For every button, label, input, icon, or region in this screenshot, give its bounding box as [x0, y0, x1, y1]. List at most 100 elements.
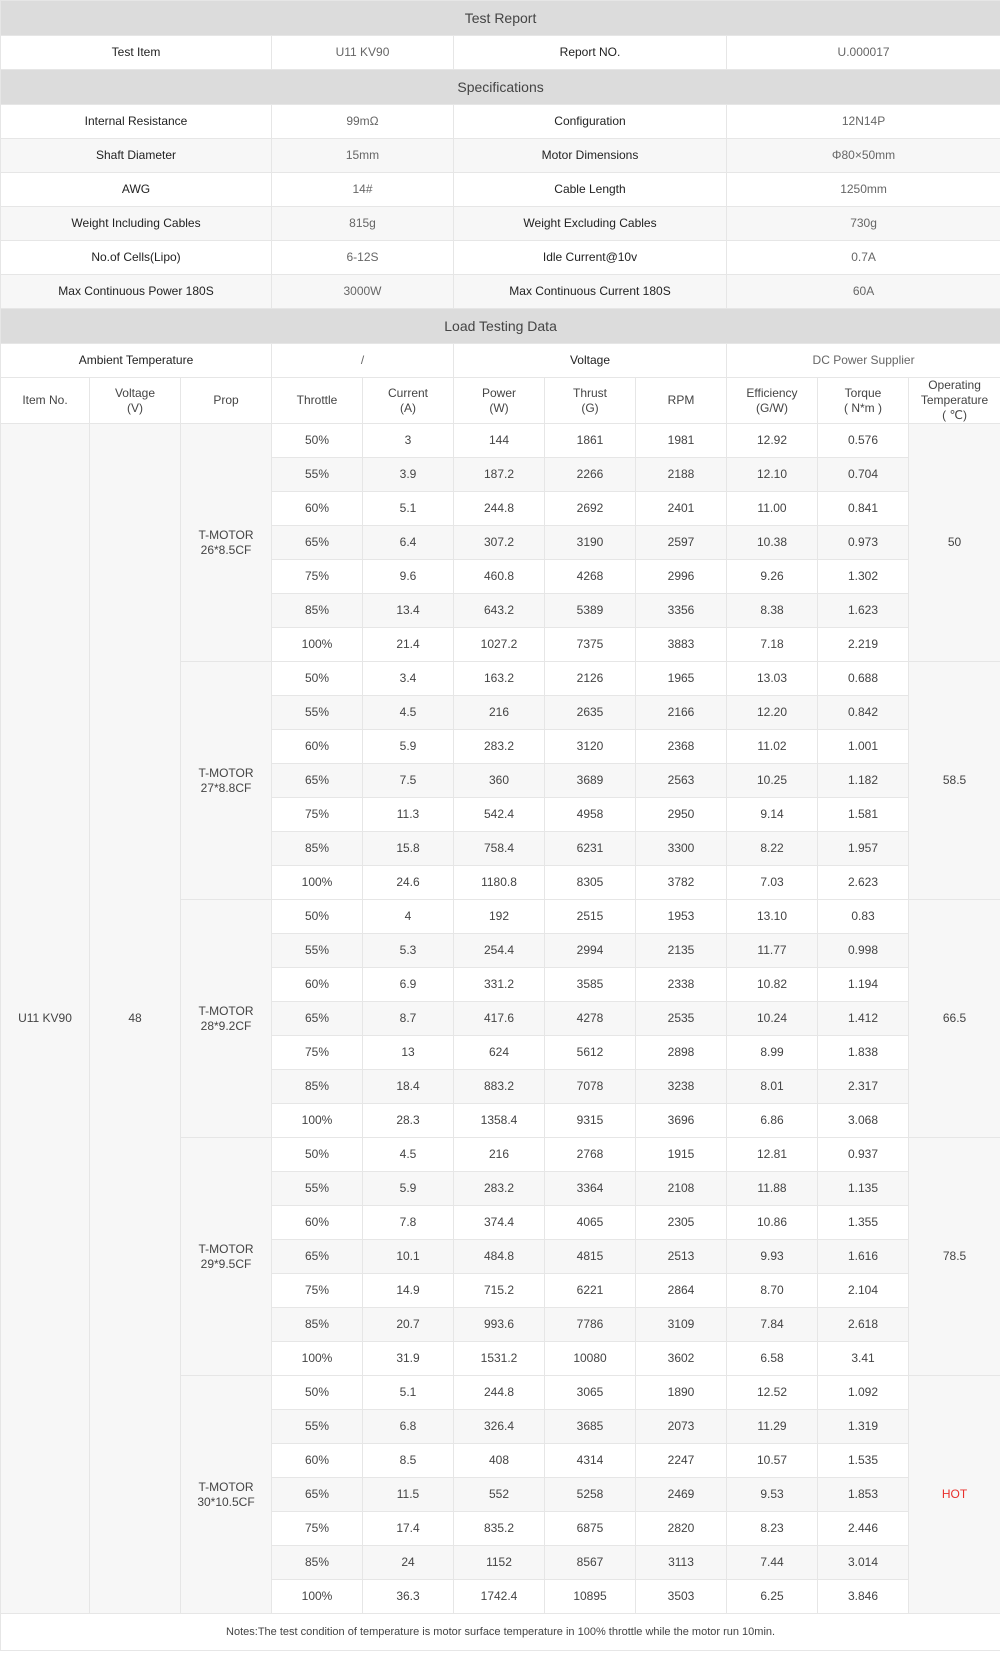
efficiency-cell: 11.29 — [726, 1409, 818, 1444]
power-cell: 326.4 — [453, 1409, 545, 1444]
efficiency-cell: 13.10 — [726, 899, 818, 934]
current-cell: 21.4 — [362, 627, 454, 662]
throttle-cell: 75% — [271, 797, 363, 832]
current-cell: 15.8 — [362, 831, 454, 866]
efficiency-header: Efficiency (G/W) — [726, 377, 818, 424]
ambient-temperature-label: Ambient Temperature — [0, 343, 272, 378]
power-cell: 307.2 — [453, 525, 545, 560]
header-line: Prop — [213, 393, 239, 407]
current-cell: 24.6 — [362, 865, 454, 900]
rpm-cell: 2188 — [635, 457, 727, 492]
current-cell: 17.4 — [362, 1511, 454, 1546]
prop-name-line: T-MOTOR — [198, 1479, 254, 1494]
header-line: ( ℃) — [942, 408, 967, 422]
prop-cell: T-MOTOR 26*8.5CF — [180, 423, 272, 662]
prop-cell: T-MOTOR 29*9.5CF — [180, 1137, 272, 1376]
spec-label: Max Continuous Current 180S — [453, 274, 727, 309]
thrust-cell: 5389 — [544, 593, 636, 628]
rpm-cell: 1890 — [635, 1375, 727, 1410]
current-cell: 11.3 — [362, 797, 454, 832]
torque-cell: 0.937 — [817, 1137, 909, 1172]
thrust-cell: 3364 — [544, 1171, 636, 1206]
torque-cell: 1.319 — [817, 1409, 909, 1444]
efficiency-cell: 10.25 — [726, 763, 818, 798]
torque-cell: 1.182 — [817, 763, 909, 798]
thrust-cell: 4268 — [544, 559, 636, 594]
throttle-cell: 100% — [271, 865, 363, 900]
throttle-cell: 85% — [271, 593, 363, 628]
current-cell: 4.5 — [362, 695, 454, 730]
thrust-cell: 2768 — [544, 1137, 636, 1172]
prop-name-line: 29*9.5CF — [200, 1256, 252, 1271]
spec-label: Configuration — [453, 104, 727, 139]
power-cell: 417.6 — [453, 1001, 545, 1036]
torque-cell: 0.998 — [817, 933, 909, 968]
torque-cell: 0.576 — [817, 423, 909, 458]
throttle-cell: 100% — [271, 627, 363, 662]
thrust-cell: 10080 — [544, 1341, 636, 1376]
torque-cell: 1.135 — [817, 1171, 909, 1206]
torque-cell: 2.618 — [817, 1307, 909, 1342]
efficiency-cell: 12.81 — [726, 1137, 818, 1172]
thrust-cell: 3120 — [544, 729, 636, 764]
thrust-cell: 4815 — [544, 1239, 636, 1274]
thrust-cell: 6231 — [544, 831, 636, 866]
efficiency-cell: 8.99 — [726, 1035, 818, 1070]
current-cell: 3.9 — [362, 457, 454, 492]
current-cell: 5.3 — [362, 933, 454, 968]
rpm-cell: 2864 — [635, 1273, 727, 1308]
power-cell: 758.4 — [453, 831, 545, 866]
efficiency-cell: 7.03 — [726, 865, 818, 900]
power-cell: 624 — [453, 1035, 545, 1070]
efficiency-cell: 8.38 — [726, 593, 818, 628]
torque-cell: 0.688 — [817, 661, 909, 696]
power-cell: 187.2 — [453, 457, 545, 492]
torque-cell: 0.842 — [817, 695, 909, 730]
throttle-cell: 85% — [271, 1545, 363, 1580]
thrust-cell: 2635 — [544, 695, 636, 730]
current-cell: 9.6 — [362, 559, 454, 594]
table-row: U11 KV90 48 T-MOTOR 26*8.5CF 50% 3 144 1861 1981… — [0, 423, 1000, 1614]
spec-value: 6-12S — [271, 240, 454, 275]
operating-temperature-cell: HOT — [907, 1375, 1000, 1614]
specifications-title: Specifications — [0, 69, 1000, 105]
thrust-cell: 3190 — [544, 525, 636, 560]
current-cell: 7.8 — [362, 1205, 454, 1240]
header-line: (V) — [127, 400, 143, 415]
spec-value: 12N14P — [725, 104, 1000, 139]
current-cell: 4 — [362, 899, 454, 934]
throttle-cell: 75% — [271, 1511, 363, 1546]
header-line: (G/W) — [756, 400, 788, 415]
torque-cell: 3.068 — [817, 1103, 909, 1138]
thrust-header: Thrust (G) — [544, 377, 636, 424]
throttle-cell: 60% — [271, 729, 363, 764]
thrust-cell: 2266 — [544, 457, 636, 492]
rpm-cell: 3503 — [635, 1579, 727, 1614]
thrust-cell: 7786 — [544, 1307, 636, 1342]
efficiency-cell: 10.24 — [726, 1001, 818, 1036]
power-cell: 283.2 — [453, 729, 545, 764]
prop-name-line: T-MOTOR — [198, 527, 254, 542]
power-cell: 1180.8 — [453, 865, 545, 900]
thrust-cell: 2515 — [544, 899, 636, 934]
throttle-header: Throttle — [271, 377, 363, 424]
rpm-cell: 1981 — [635, 423, 727, 458]
spec-label: AWG — [0, 172, 272, 207]
item-no-header: Item No. — [0, 377, 90, 424]
power-cell: 283.2 — [453, 1171, 545, 1206]
thrust-cell: 1861 — [544, 423, 636, 458]
throttle-cell: 55% — [271, 457, 363, 492]
throttle-cell: 50% — [271, 423, 363, 458]
spec-value: Φ80×50mm — [725, 138, 1000, 173]
rpm-cell: 3109 — [635, 1307, 727, 1342]
rpm-cell: 2401 — [635, 491, 727, 526]
efficiency-cell: 8.22 — [726, 831, 818, 866]
power-cell: 163.2 — [453, 661, 545, 696]
efficiency-cell: 9.93 — [726, 1239, 818, 1274]
prop-cell: T-MOTOR 28*9.2CF — [180, 899, 272, 1138]
current-cell: 5.9 — [362, 729, 454, 764]
prop-name-line: 27*8.8CF — [200, 780, 252, 795]
prop-name-line: T-MOTOR — [198, 1003, 254, 1018]
header-line: Thrust — [572, 385, 607, 400]
torque-cell: 2.104 — [817, 1273, 909, 1308]
